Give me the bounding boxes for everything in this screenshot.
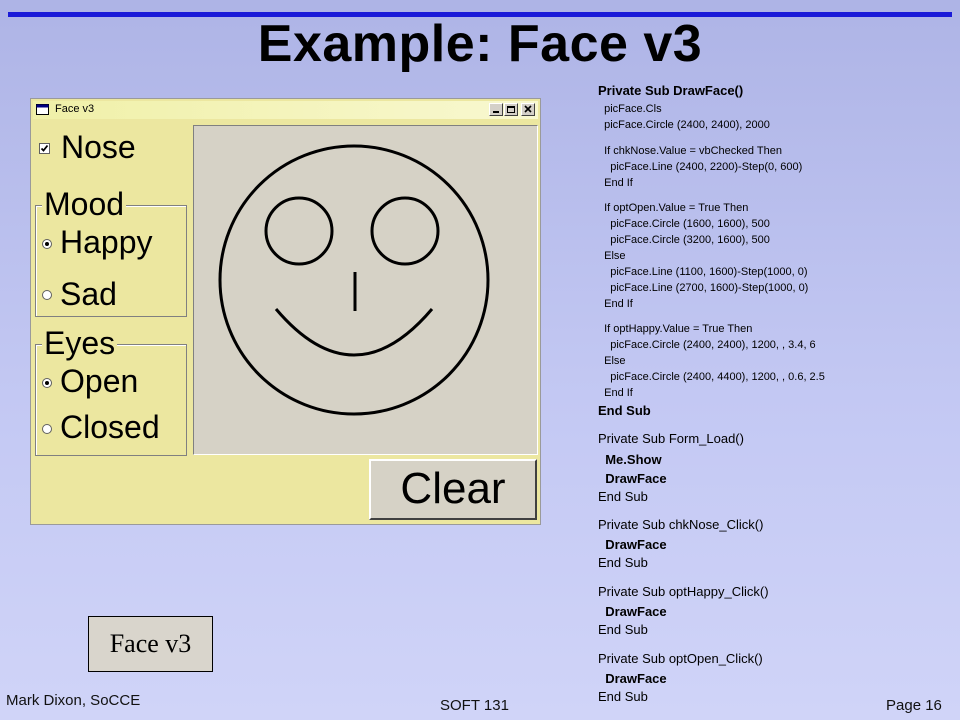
code-line: Me.Show — [598, 452, 662, 467]
mood-frame-title: Mood — [42, 186, 127, 222]
window-titlebar[interactable]: Face v3 — [33, 101, 538, 119]
footer-author: Mark Dixon, SoCCE — [6, 692, 141, 709]
code-line: DrawFace — [598, 604, 667, 619]
code-line: If optOpen.Value = True Then — [598, 202, 749, 214]
code-line: picFace.Circle (2400, 4400), 1200, , 0.6… — [598, 371, 825, 383]
footer-page: Page 16 — [886, 697, 942, 714]
right-eye — [370, 196, 440, 266]
close-icon — [524, 105, 532, 113]
happy-radio[interactable] — [42, 239, 52, 249]
minimize-icon — [493, 111, 499, 113]
face-drawing — [218, 144, 490, 416]
code-line: DrawFace — [598, 671, 667, 686]
nose-checkbox-row[interactable]: Nose — [37, 129, 187, 169]
code-line: If chkNose.Value = vbChecked Then — [598, 145, 782, 157]
code-line: Private Sub optHappy_Click() — [598, 584, 769, 599]
code-line: Else — [598, 250, 626, 262]
code-line: picFace.Circle (3200, 1600), 500 — [598, 234, 770, 246]
code-line: End Sub — [598, 555, 648, 570]
code-line: Else — [598, 355, 626, 367]
close-button[interactable] — [521, 103, 535, 116]
code-line: picFace.Circle (1600, 1600), 500 — [598, 218, 770, 230]
slide-title: Example: Face v3 — [257, 15, 703, 73]
happy-label[interactable]: Happy — [60, 224, 153, 261]
closed-radio[interactable] — [42, 424, 52, 434]
form-icon — [36, 104, 49, 115]
code-line: End If — [598, 177, 633, 189]
mouth — [274, 308, 434, 357]
code-line: picFace.Cls — [598, 103, 662, 115]
open-radio[interactable] — [42, 378, 52, 388]
eyes-frame: Eyes Open Closed — [35, 325, 187, 456]
face-version-label: Face v3 — [88, 616, 213, 672]
nose-checkbox[interactable] — [39, 143, 50, 154]
face-picture-box[interactable] — [193, 125, 538, 455]
code-line: picFace.Line (1100, 1600)-Step(1000, 0) — [598, 266, 808, 278]
code-line: Private Sub Form_Load() — [598, 431, 744, 446]
left-eye — [264, 196, 334, 266]
code-line: End If — [598, 387, 633, 399]
minimize-button[interactable] — [489, 103, 503, 116]
code-line: End Sub — [598, 403, 651, 418]
sad-radio[interactable] — [42, 290, 52, 300]
open-label[interactable]: Open — [60, 363, 138, 400]
code-line: DrawFace — [598, 471, 667, 486]
sad-label[interactable]: Sad — [60, 276, 117, 313]
footer-course: SOFT 131 — [440, 697, 509, 714]
code-line: DrawFace — [598, 537, 667, 552]
code-line: picFace.Circle (2400, 2400), 2000 — [598, 119, 770, 131]
code-line: Private Sub chkNose_Click() — [598, 517, 764, 532]
nose-label: Nose — [61, 129, 136, 165]
clear-button[interactable]: Clear — [369, 459, 537, 520]
code-line: End If — [598, 298, 633, 310]
code-line: picFace.Line (2700, 1600)-Step(1000, 0) — [598, 282, 809, 294]
maximize-button[interactable] — [504, 103, 518, 116]
mood-frame: Mood Happy Sad — [35, 186, 187, 317]
code-line: If optHappy.Value = True Then — [598, 323, 753, 335]
code-line: picFace.Circle (2400, 2400), 1200, , 3.4… — [598, 339, 816, 351]
code-line: End Sub — [598, 489, 648, 504]
eyes-frame-title: Eyes — [42, 325, 118, 361]
closed-label[interactable]: Closed — [60, 409, 160, 446]
code-line: End Sub — [598, 689, 648, 704]
code-line: Private Sub optOpen_Click() — [598, 651, 763, 666]
check-icon — [40, 144, 49, 152]
face-app-window: Face v3 Nose Mood Happy Sad Eyes Open Cl… — [30, 98, 541, 525]
code-line: Private Sub DrawFace() — [598, 83, 744, 98]
window-title: Face v3 — [55, 103, 95, 115]
maximize-icon — [507, 106, 515, 113]
code-line: End Sub — [598, 622, 648, 637]
code-line: picFace.Line (2400, 2200)-Step(0, 600) — [598, 161, 803, 173]
